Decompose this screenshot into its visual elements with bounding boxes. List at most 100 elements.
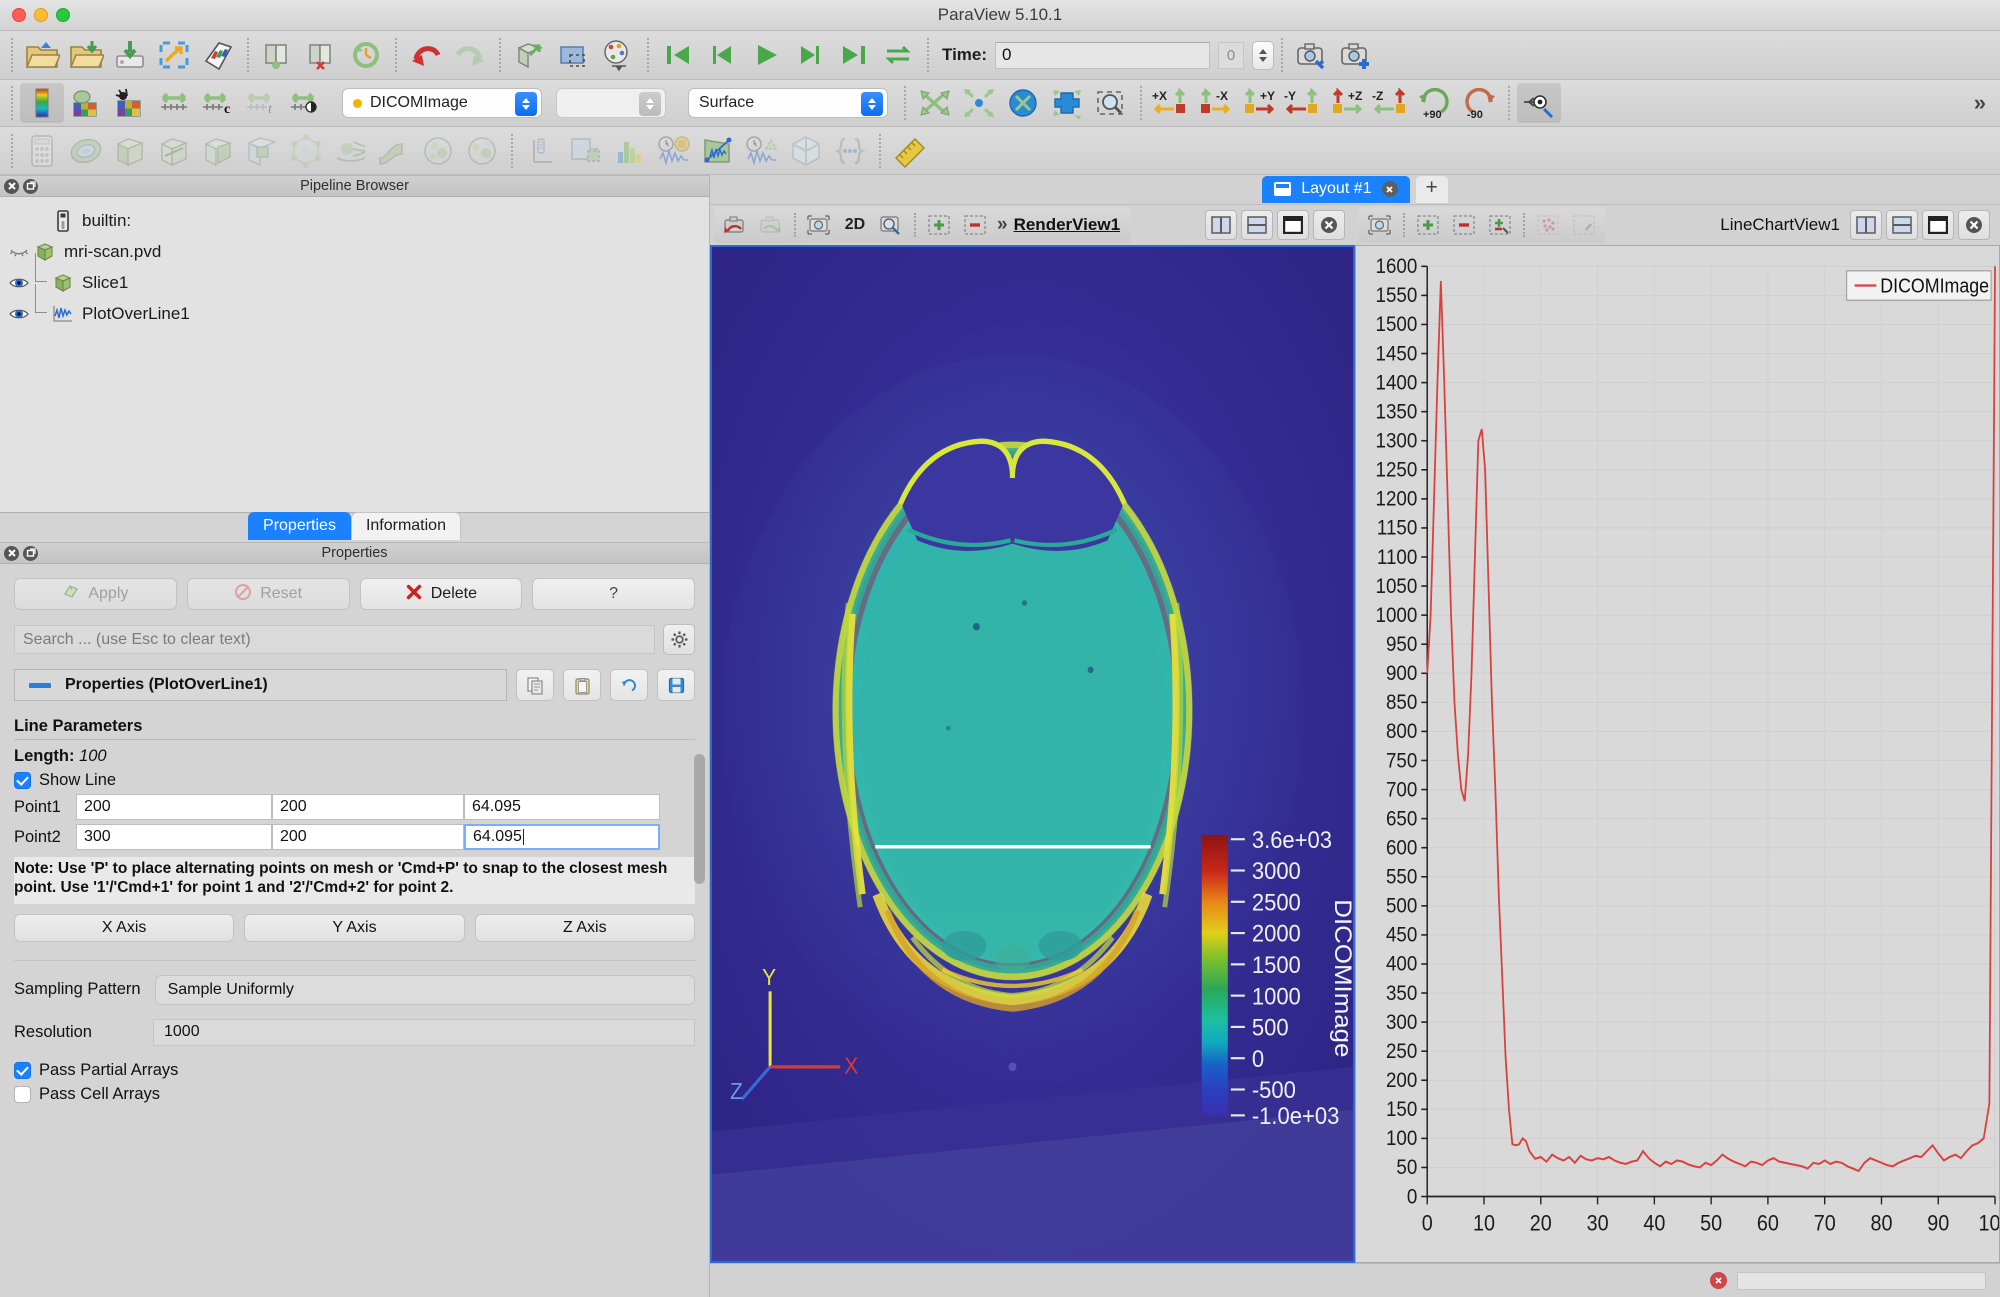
open-file-icon[interactable] xyxy=(20,35,64,75)
calculator-icon[interactable] xyxy=(20,131,64,171)
histogram-icon[interactable] xyxy=(608,131,652,171)
visibility-toggle-open[interactable] xyxy=(6,307,32,321)
properties-tabbar[interactable]: Properties Information xyxy=(0,512,709,542)
rotate-plus-90-icon[interactable]: +90 xyxy=(1413,83,1457,123)
last-frame-icon[interactable] xyxy=(832,35,876,75)
render-view-canvas[interactable]: Y X Z 3.6e+03 3000 2500 2000 1500 1000 5… xyxy=(710,245,1355,1263)
maximize-view-icon[interactable] xyxy=(1277,210,1309,240)
rescale-visible-range-icon[interactable]: t xyxy=(240,83,284,123)
split-vertical-icon[interactable] xyxy=(1886,210,1918,240)
warp-icon[interactable] xyxy=(372,131,416,171)
rotate-minus-90-icon[interactable]: -90 xyxy=(1457,83,1501,123)
properties-group-header[interactable]: Properties (PlotOverLine1) xyxy=(14,669,507,701)
select-surface-cells-icon[interactable] xyxy=(552,35,596,75)
tab-properties[interactable]: Properties xyxy=(248,512,351,540)
representation-combo[interactable]: Surface xyxy=(688,88,888,118)
split-horizontal-icon[interactable] xyxy=(1205,210,1237,240)
camera-undo-icon[interactable] xyxy=(717,209,753,241)
collapse-icon[interactable] xyxy=(29,682,51,688)
rescale-custom-range-icon[interactable] xyxy=(152,83,196,123)
point2-x-input[interactable]: 300 xyxy=(76,824,272,850)
camera-plus-y-icon[interactable]: +Y xyxy=(1237,83,1281,123)
loop-icon[interactable] xyxy=(876,35,920,75)
close-icon[interactable] xyxy=(1381,181,1398,197)
view-toolbar-overflow-chevron[interactable]: » xyxy=(997,214,1008,236)
ruler-icon[interactable] xyxy=(888,131,932,171)
select-points-icon[interactable] xyxy=(1530,209,1566,241)
gear-icon[interactable] xyxy=(663,624,695,655)
chevron-updown-icon[interactable] xyxy=(861,92,883,116)
maximize-view-icon[interactable] xyxy=(1922,210,1954,240)
split-horizontal-icon[interactable] xyxy=(1850,210,1882,240)
reset-camera-closest-icon[interactable] xyxy=(1001,83,1045,123)
sampling-pattern-combo[interactable]: Sample Uniformly xyxy=(154,974,695,1005)
remove-view-icon[interactable] xyxy=(957,209,993,241)
pipeline-item-plotoverline1[interactable]: PlotOverLine1 xyxy=(0,284,709,329)
camera-minus-x-icon[interactable]: -X xyxy=(1193,83,1237,123)
disconnect-icon[interactable] xyxy=(196,35,240,75)
open-recent-icon[interactable] xyxy=(64,35,108,75)
group-datasets-icon[interactable] xyxy=(416,131,460,171)
line-chart-canvas[interactable]: 0 50 100 150 200 250 300 350 400 450 500 550 600 650 7… xyxy=(1355,245,2000,1263)
edit-color-map-icon[interactable] xyxy=(596,35,640,75)
tab-information[interactable]: Information xyxy=(350,512,461,540)
render-view-title[interactable]: RenderView1 xyxy=(1014,215,1120,235)
toggle-2d-button[interactable]: 2D xyxy=(837,209,873,241)
copy-icon[interactable] xyxy=(516,669,554,701)
adjust-camera-icon[interactable] xyxy=(801,209,837,241)
previous-frame-icon[interactable] xyxy=(700,35,744,75)
plot-over-line-icon[interactable] xyxy=(696,131,740,171)
play-icon[interactable] xyxy=(744,35,788,75)
rescale-over-time-icon[interactable]: c xyxy=(196,83,240,123)
visibility-toggle-open[interactable] xyxy=(6,276,32,290)
stream-tracer-icon[interactable] xyxy=(328,131,372,171)
pass-cell-arrays-row[interactable]: Pass Cell Arrays xyxy=(14,1080,695,1104)
glyph-icon[interactable] xyxy=(284,131,328,171)
add-icon[interactable] xyxy=(1410,209,1446,241)
save-data-icon[interactable] xyxy=(108,35,152,75)
rescale-icon[interactable] xyxy=(1482,209,1518,241)
show-color-legend-icon[interactable] xyxy=(20,83,64,123)
plot-over-time-icon[interactable] xyxy=(652,131,696,171)
apply-button[interactable]: Apply xyxy=(14,578,177,610)
delete-button[interactable]: Delete xyxy=(359,578,523,610)
programmable-filter-icon[interactable] xyxy=(828,131,872,171)
restore-defaults-icon[interactable] xyxy=(610,669,648,701)
z-axis-button[interactable]: Z Axis xyxy=(474,913,695,942)
pipeline-item-builtin[interactable]: builtin: xyxy=(0,205,709,236)
pipeline-item-slice1[interactable]: Slice1 xyxy=(0,253,709,298)
pipeline-browser-tree[interactable]: builtin: mri-scan.pvd Slice1 PlotOverLin… xyxy=(0,197,709,512)
toggle-color-legend-visibility-icon[interactable] xyxy=(284,83,328,123)
vector-component-combo[interactable] xyxy=(556,88,666,118)
close-view-icon[interactable] xyxy=(1958,210,1990,240)
save-defaults-icon[interactable] xyxy=(657,669,695,701)
toolbar-overflow-chevron[interactable]: » xyxy=(1974,90,1996,116)
camera-icon[interactable] xyxy=(1362,209,1398,241)
x-axis-button[interactable]: X Axis xyxy=(14,913,235,942)
pass-partial-arrays-row[interactable]: Pass Partial Arrays xyxy=(14,1056,695,1080)
help-button[interactable]: ? xyxy=(532,578,695,610)
camera-plus-x-icon[interactable]: +X xyxy=(1149,83,1193,123)
threshold-icon[interactable] xyxy=(196,131,240,171)
visibility-toggle-closed[interactable] xyxy=(6,246,32,258)
probe-cube-icon[interactable] xyxy=(784,131,828,171)
color-array-combo[interactable]: DICOMImage xyxy=(342,88,542,118)
time-input[interactable]: 0 xyxy=(995,41,1211,69)
split-vertical-icon[interactable] xyxy=(1241,210,1273,240)
time-index-stepper[interactable] xyxy=(1252,40,1275,70)
point1-y-input[interactable]: 200 xyxy=(272,794,464,820)
rescale-to-data-range-icon[interactable] xyxy=(108,83,152,123)
abort-icon[interactable] xyxy=(1710,1272,1727,1289)
pass-cell-arrays-checkbox[interactable] xyxy=(14,1085,31,1103)
resolution-input[interactable]: 1000 xyxy=(153,1018,695,1046)
camera-plus-z-icon[interactable]: +Z xyxy=(1325,83,1369,123)
chart-view-title[interactable]: LineChartView1 xyxy=(1720,215,1840,235)
chevron-updown-icon[interactable] xyxy=(515,92,537,116)
search-input[interactable]: Search ... (use Esc to clear text) xyxy=(14,625,655,654)
show-center-axes-icon[interactable] xyxy=(1517,83,1561,123)
close-view-icon[interactable] xyxy=(1313,210,1345,240)
probe-location-icon[interactable] xyxy=(520,131,564,171)
layout-tab[interactable]: Layout #1 xyxy=(1262,176,1410,203)
extract-subset-icon[interactable] xyxy=(240,131,284,171)
properties-scrollbar[interactable] xyxy=(694,754,705,884)
